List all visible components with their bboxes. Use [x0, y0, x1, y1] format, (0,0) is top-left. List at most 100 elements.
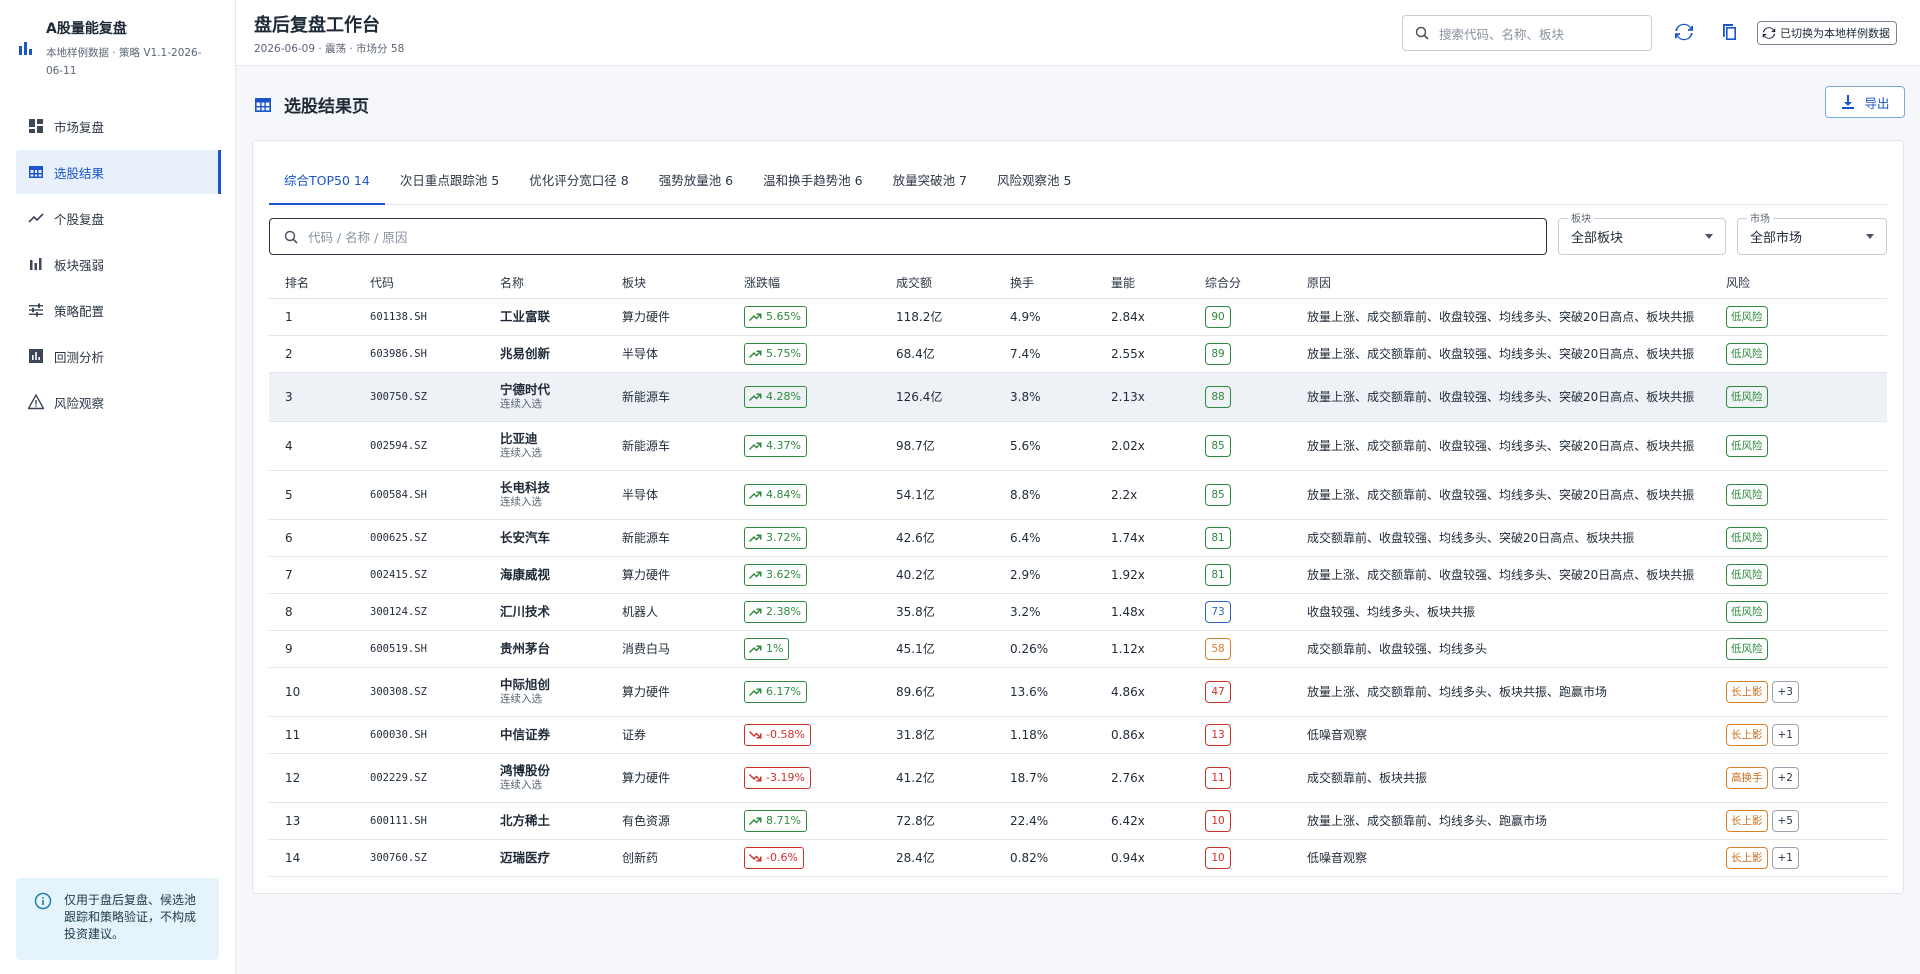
- table-row[interactable]: 14 300760.SZ 迈瑞医疗 创新药 -0.6% 28.4亿 0.82% 0.94x 10…: [269, 839, 1887, 877]
- more-risks-badge[interactable]: +5: [1771, 809, 1799, 832]
- cell-amount: 118.2亿: [880, 298, 994, 336]
- table-row[interactable]: 10 300308.SZ 中际旭创 连续入选 算力硬件 6.17% 89.6亿 13.6% 4.…: [269, 667, 1887, 717]
- results-table: 排名 代码 名称 板块 涨跌幅 成交额 换手 量能 综合分 原因 风险 1 601…: [269, 267, 1887, 877]
- table-row[interactable]: 9 600519.SH 贵州茅台 消费白马 1% 45.1亿 0.26% 1.12x 58 成交额…: [269, 630, 1887, 668]
- change-value: -0.58%: [766, 728, 805, 741]
- table-row[interactable]: 3 300750.SZ 宁德时代 连续入选 新能源车 4.28% 126.4亿 3.8% 2.1…: [269, 372, 1887, 422]
- table-search-input[interactable]: 代码 / 名称 / 原因: [269, 218, 1547, 255]
- tab-strong-volume[interactable]: 强势放量池 6: [644, 163, 748, 205]
- stock-name[interactable]: 兆易创新: [500, 346, 606, 361]
- tab-mild-turnover[interactable]: 温和换手趋势池 6: [748, 163, 877, 205]
- table-row[interactable]: 12 002229.SZ 鸿博股份 连续入选 算力硬件 -3.19% 41.2亿 18.7% 2…: [269, 753, 1887, 803]
- cell-reason: 放量上涨、成交额靠前、收盘较强、均线多头、突破20日高点、板块共振: [1291, 556, 1710, 594]
- score-badge: 10: [1205, 846, 1231, 869]
- stock-name[interactable]: 鸿博股份: [500, 763, 606, 778]
- table-row[interactable]: 6 000625.SZ 长安汽车 新能源车 3.72% 42.6亿 6.4% 1.74x 81 成…: [269, 519, 1887, 557]
- more-risks-badge[interactable]: +3: [1771, 680, 1799, 703]
- col-code[interactable]: 代码: [354, 267, 484, 299]
- cell-rank: 12: [269, 753, 354, 803]
- col-sector[interactable]: 板块: [606, 267, 728, 299]
- stock-name[interactable]: 长电科技: [500, 480, 606, 495]
- stock-name[interactable]: 贵州茅台: [500, 641, 606, 656]
- score-badge: 90: [1205, 305, 1231, 328]
- risk-badge: 低风险: [1726, 526, 1768, 549]
- stock-name[interactable]: 宁德时代: [500, 382, 606, 397]
- stock-name[interactable]: 汇川技术: [500, 604, 606, 619]
- col-volume[interactable]: 量能: [1095, 267, 1189, 299]
- more-risks-badge[interactable]: +1: [1771, 846, 1799, 869]
- cell-score: 89: [1189, 335, 1291, 373]
- stock-name[interactable]: 海康威视: [500, 567, 606, 582]
- sidebar-item-backtest[interactable]: 回测分析: [16, 334, 219, 378]
- refresh-button[interactable]: [1672, 20, 1696, 44]
- export-button[interactable]: 导出: [1825, 86, 1905, 118]
- tab-optimized[interactable]: 优化评分宽口径 8: [514, 163, 643, 205]
- table-row[interactable]: 8 300124.SZ 汇川技术 机器人 2.38% 35.8亿 3.2% 1.48x 73 收盘…: [269, 593, 1887, 631]
- table-row[interactable]: 1 601138.SH 工业富联 算力硬件 5.65% 118.2亿 4.9% 2.84x 90…: [269, 298, 1887, 336]
- table-row[interactable]: 11 600030.SH 中信证券 证券 -0.58% 31.8亿 1.18% 0.86x 13…: [269, 716, 1887, 754]
- global-search-input[interactable]: 搜索代码、名称、板块: [1402, 15, 1652, 51]
- table-row[interactable]: 2 603986.SH 兆易创新 半导体 5.75% 68.4亿 7.4% 2.55x 89 放量…: [269, 335, 1887, 373]
- tab-top50[interactable]: 综合TOP50 14: [269, 163, 385, 205]
- table-row[interactable]: 5 600584.SH 长电科技 连续入选 半导体 4.84% 54.1亿 8.8% 2.2x 8…: [269, 470, 1887, 520]
- risk-badge: 低风险: [1726, 385, 1768, 408]
- more-risks-badge[interactable]: +1: [1771, 723, 1799, 746]
- cell-risk: 低风险: [1710, 470, 1887, 520]
- risk-badge: 低风险: [1726, 434, 1768, 457]
- col-reason[interactable]: 原因: [1291, 267, 1710, 299]
- change-badge: -3.19%: [744, 766, 811, 789]
- cell-name: 工业富联: [484, 298, 606, 336]
- stock-name[interactable]: 长安汽车: [500, 530, 606, 545]
- stock-name[interactable]: 迈瑞医疗: [500, 850, 606, 865]
- stock-name[interactable]: 中际旭创: [500, 677, 606, 692]
- market-select[interactable]: 市场 全部市场: [1737, 210, 1887, 255]
- change-value: -3.19%: [766, 771, 805, 784]
- score-badge: 73: [1205, 600, 1231, 623]
- sidebar-item-label: 选股结果: [54, 165, 105, 181]
- trend-up-icon: [749, 393, 762, 401]
- trend-up-icon: [749, 688, 762, 696]
- col-turnover[interactable]: 换手: [994, 267, 1095, 299]
- sidebar-item-sector[interactable]: 板块强弱: [16, 242, 219, 286]
- cell-turnover: 0.82%: [994, 839, 1095, 877]
- col-name[interactable]: 名称: [484, 267, 606, 299]
- table-row[interactable]: 4 002594.SZ 比亚迪 连续入选 新能源车 4.37% 98.7亿 5.6% 2.02x…: [269, 421, 1887, 471]
- stock-name[interactable]: 北方稀土: [500, 813, 606, 828]
- col-rank[interactable]: 排名: [269, 267, 354, 299]
- cell-change: 4.37%: [728, 421, 880, 471]
- sidebar-item-strategy[interactable]: 策略配置: [16, 288, 219, 332]
- cell-volume: 1.74x: [1095, 519, 1189, 557]
- sidebar-nav: 市场复盘 选股结果 个股复盘 板块强弱 策略配置 回测分析 风险观察: [0, 104, 235, 424]
- cell-volume: 1.48x: [1095, 593, 1189, 631]
- more-risks-badge[interactable]: +2: [1771, 766, 1799, 789]
- sidebar-item-risk[interactable]: 风险观察: [16, 380, 219, 424]
- stock-name[interactable]: 工业富联: [500, 309, 606, 324]
- sidebar-item-market[interactable]: 市场复盘: [16, 104, 219, 148]
- cell-sector: 算力硬件: [606, 298, 728, 336]
- copy-button[interactable]: [1718, 20, 1742, 44]
- table-row[interactable]: 7 002415.SZ 海康威视 算力硬件 3.62% 40.2亿 2.9% 1.92x 81 放…: [269, 556, 1887, 594]
- col-change[interactable]: 涨跌幅: [728, 267, 880, 299]
- cell-reason: 放量上涨、成交额靠前、收盘较强、均线多头、突破20日高点、板块共振: [1291, 421, 1710, 471]
- data-source-toggle[interactable]: 已切换为本地样例数据: [1757, 21, 1897, 45]
- cell-code: 600111.SH: [354, 802, 484, 840]
- tab-breakout[interactable]: 放量突破池 7: [878, 163, 982, 205]
- cell-score: 88: [1189, 372, 1291, 422]
- col-risk[interactable]: 风险: [1710, 267, 1887, 299]
- table-row[interactable]: 13 600111.SH 北方稀土 有色资源 8.71% 72.8亿 22.4% 6.42x 1…: [269, 802, 1887, 840]
- tab-risk-watch[interactable]: 风险观察池 5: [982, 163, 1086, 205]
- tab-next-day[interactable]: 次日重点跟踪池 5: [385, 163, 514, 205]
- stock-name[interactable]: 中信证券: [500, 727, 606, 742]
- col-score[interactable]: 综合分: [1189, 267, 1291, 299]
- cell-amount: 31.8亿: [880, 716, 994, 754]
- stock-note: 连续入选: [500, 397, 542, 410]
- table-search-placeholder: 代码 / 名称 / 原因: [308, 230, 408, 245]
- sidebar-item-picks[interactable]: 选股结果: [16, 150, 221, 194]
- cell-amount: 42.6亿: [880, 519, 994, 557]
- risk-badge: 长上影: [1726, 723, 1768, 746]
- sidebar-item-stock[interactable]: 个股复盘: [16, 196, 219, 240]
- stock-name[interactable]: 比亚迪: [500, 431, 606, 446]
- col-amount[interactable]: 成交额: [880, 267, 994, 299]
- sector-select[interactable]: 板块 全部板块: [1558, 210, 1726, 255]
- trend-icon: [28, 213, 44, 223]
